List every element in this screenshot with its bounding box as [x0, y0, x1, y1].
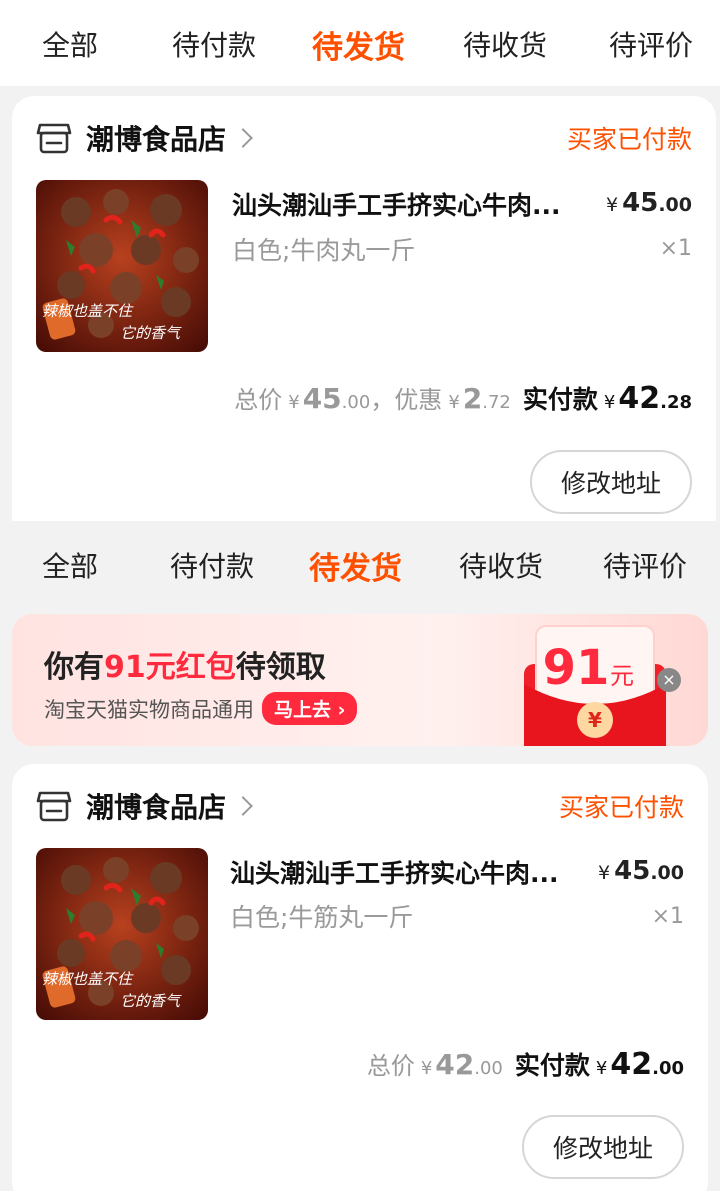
currency-symbol: ¥	[603, 392, 616, 413]
tab-pending-receipt[interactable]: 待收货	[463, 24, 547, 64]
unit-price: ¥45.00	[598, 856, 684, 886]
total-int: 45	[302, 382, 342, 415]
tab-pending-receipt[interactable]: 待收货	[459, 545, 543, 585]
tab-pending-review[interactable]: 待评价	[609, 24, 693, 64]
currency-symbol: ¥	[595, 1058, 608, 1079]
shop-header[interactable]: 潮博食品店	[36, 784, 253, 828]
total-label: 总价	[234, 386, 283, 414]
tab-pending-shipment[interactable]: 待发货	[312, 22, 405, 67]
red-packet-banner[interactable]: 你有91元红包待领取 淘宝天猫实物商品通用 马上去 › ¥ 91 元 ×	[12, 614, 708, 746]
red-packet-amount: 91	[543, 640, 610, 696]
paid-label: 实付款	[514, 1051, 590, 1080]
banner-subtitle-text: 淘宝天猫实物商品通用	[44, 697, 254, 722]
tab-pending-shipment[interactable]: 待发货	[309, 543, 402, 588]
order-status: 买家已付款	[566, 125, 692, 154]
currency-symbol: ¥	[448, 392, 460, 413]
order-status: 买家已付款	[558, 793, 684, 822]
chevron-right-icon	[233, 796, 253, 816]
tab-all[interactable]: 全部	[42, 24, 98, 64]
discount-dec: .72	[482, 392, 511, 413]
total-dec: .00	[341, 392, 371, 413]
tab-all[interactable]: 全部	[42, 545, 98, 585]
product-image[interactable]: 辣椒也盖不住 它的香气	[36, 848, 208, 1020]
product-title[interactable]: 汕头潮汕手工手挤实心牛肉...	[232, 186, 561, 222]
discount-label: 优惠	[394, 386, 443, 414]
tab-pending-payment[interactable]: 待付款	[170, 545, 254, 585]
chevron-right-icon: ›	[337, 699, 346, 721]
red-envelope-icon: ¥ 91 元	[524, 625, 666, 746]
order-card: 潮博食品店 买家已付款 辣椒也盖不住 它的香气 汕头潮汕手工手挤实心牛肉... …	[12, 764, 708, 1191]
shop-icon	[36, 791, 72, 822]
order-tabs-top: 全部 待付款 待发货 待收货 待评价	[0, 0, 720, 86]
paid-int: 42	[610, 1047, 653, 1082]
total-int: 42	[435, 1048, 475, 1081]
banner-title-post: 待领取	[235, 650, 326, 685]
image-caption: 它的香气	[120, 992, 182, 1010]
shop-icon	[36, 123, 72, 154]
currency-symbol: ¥	[288, 392, 300, 413]
modify-address-button[interactable]: 修改地址	[530, 450, 692, 514]
meatball-hotpot-image: 辣椒也盖不住 它的香气	[36, 848, 208, 1020]
meatball-hotpot-image: 辣椒也盖不住 它的香气	[36, 180, 208, 352]
product-sku: 白色;牛筋丸一斤	[230, 903, 414, 932]
total-dec: .00	[474, 1058, 503, 1079]
red-packet-unit: 元	[610, 662, 634, 690]
price-int: 45	[614, 856, 651, 886]
product-sku: 白色;牛肉丸一斤	[232, 236, 416, 265]
quantity: ×1	[659, 236, 692, 261]
paid-dec: .28	[660, 392, 692, 413]
close-icon[interactable]: ×	[657, 668, 681, 692]
price-int: 45	[622, 188, 659, 218]
image-caption: 它的香气	[120, 324, 182, 342]
currency-symbol: ¥	[606, 194, 619, 216]
separator: ，	[370, 386, 395, 414]
shop-header[interactable]: 潮博食品店	[36, 116, 253, 160]
chevron-right-icon	[233, 128, 253, 148]
price-dec: .00	[650, 862, 684, 884]
shop-name: 潮博食品店	[86, 791, 227, 824]
product-image[interactable]: 辣椒也盖不住 它的香气	[36, 180, 208, 352]
product-title[interactable]: 汕头潮汕手工手挤实心牛肉...	[230, 854, 559, 890]
unit-price: ¥45.00	[606, 188, 692, 218]
tab-pending-review[interactable]: 待评价	[603, 545, 687, 585]
go-now-button[interactable]: 马上去 ›	[262, 692, 358, 725]
price-dec: .00	[658, 194, 692, 216]
banner-title-highlight: 91元红包	[104, 650, 236, 685]
tab-pending-payment[interactable]: 待付款	[172, 24, 256, 64]
discount-int: 2	[462, 382, 483, 415]
envelope-yen: ¥	[588, 708, 602, 732]
order-summary: 总价 ¥ 45 .00 ， 优惠 ¥ 2 .72 实付款 ¥ 42 .28	[234, 380, 692, 416]
paid-label: 实付款	[522, 385, 598, 414]
currency-symbol: ¥	[598, 862, 611, 884]
banner-subtitle: 淘宝天猫实物商品通用 马上去 ›	[44, 692, 358, 725]
total-label: 总价	[366, 1052, 415, 1080]
go-now-label: 马上去	[274, 699, 332, 721]
shop-name: 潮博食品店	[86, 123, 227, 156]
paid-dec: .00	[652, 1058, 684, 1079]
image-caption: 辣椒也盖不住	[42, 302, 134, 320]
image-caption: 辣椒也盖不住	[42, 970, 134, 988]
banner-title-pre: 你有	[44, 650, 104, 685]
modify-address-button[interactable]: 修改地址	[522, 1115, 684, 1179]
order-card: 潮博食品店 买家已付款 辣椒也盖不住 它的香气 汕头潮汕手工手挤实心牛肉... …	[12, 96, 716, 521]
quantity: ×1	[651, 904, 684, 929]
currency-symbol: ¥	[420, 1058, 433, 1079]
paid-int: 42	[618, 381, 661, 416]
banner-title: 你有91元红包待领取	[44, 642, 326, 686]
order-tabs-mid: 全部 待付款 待发货 待收货 待评价	[0, 521, 720, 607]
order-summary: 总价 ¥ 42 .00 实付款 ¥ 42 .00	[367, 1046, 684, 1082]
